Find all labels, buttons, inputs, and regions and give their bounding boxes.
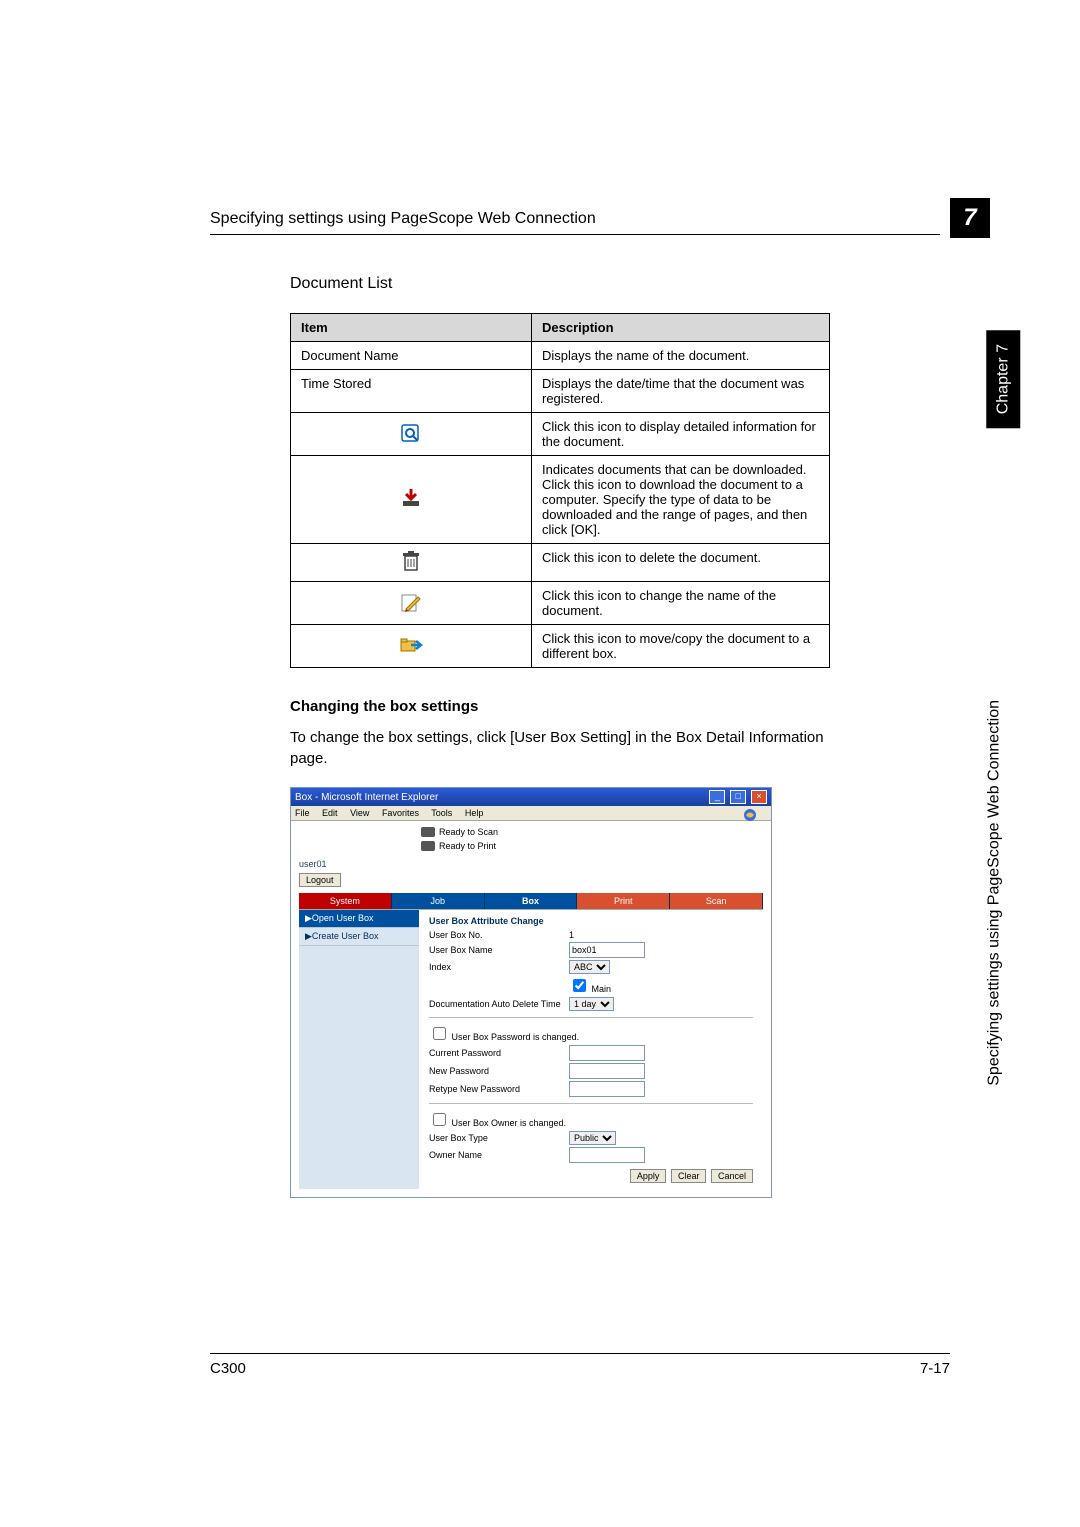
clear-button[interactable]: Clear [671,1169,707,1183]
ownerchange-checkbox[interactable]: User Box Owner is changed. [429,1110,566,1129]
titlebar: Box - Microsoft Internet Explorer _ □ × [291,788,771,806]
section-title: Document List [290,275,950,293]
body-paragraph: To change the box settings, click [User … [290,727,830,769]
chapter-number-badge: 7 [950,198,990,238]
index-label: Index [429,962,569,972]
boxno-label: User Box No. [429,930,569,940]
cancel-button[interactable]: Cancel [711,1169,753,1183]
newpw-label: New Password [429,1066,569,1076]
minimize-icon[interactable]: _ [709,790,725,804]
item-cell [291,625,532,668]
table-row: Indicates documents that can be download… [291,456,830,544]
desc-cell: Indicates documents that can be download… [532,456,830,544]
autodel-label: Documentation Auto Delete Time [429,999,569,1009]
newpw-field[interactable] [569,1063,645,1079]
menu-file[interactable]: File [295,808,310,818]
sidebar-item-create[interactable]: ▶Create User Box [299,928,419,946]
th-description: Description [532,314,830,342]
main-checkbox[interactable]: Main [569,976,611,995]
footer-left: C300 [210,1360,246,1377]
status-scan: Ready to Scan [439,827,498,837]
menu-favorites[interactable]: Favorites [382,808,419,818]
curpw-label: Current Password [429,1048,569,1058]
view-icon [400,422,422,447]
repw-field[interactable] [569,1081,645,1097]
th-item: Item [291,314,532,342]
tab-box[interactable]: Box [485,893,578,909]
user-label: user01 [291,857,771,871]
apply-button[interactable]: Apply [630,1169,667,1183]
status-print: Ready to Print [439,841,496,851]
tab-bar: System Job Box Print Scan [299,893,763,909]
item-cell: Document Name [291,342,532,370]
item-cell [291,456,532,544]
download-icon [400,487,422,512]
pwchange-checkbox[interactable]: User Box Password is changed. [429,1024,579,1043]
item-cell [291,413,532,456]
side-chapter-label: Chapter 7 [986,330,1020,428]
table-row: Click this icon to change the name of th… [291,582,830,625]
index-select[interactable]: ABC [569,960,610,974]
logout-button[interactable]: Logout [299,873,341,887]
item-cell: Time Stored [291,370,532,413]
boxtype-select[interactable]: Public [569,1131,616,1145]
owner-field[interactable] [569,1147,645,1163]
desc-cell: Displays the name of the document. [532,342,830,370]
printer-icon [421,827,435,837]
menu-edit[interactable]: Edit [322,808,338,818]
printer-status: Ready to Scan Ready to Print [291,821,743,857]
desc-cell: Click this icon to move/copy the documen… [532,625,830,668]
menu-view[interactable]: View [350,808,369,818]
page-footer: C300 7-17 [210,1353,950,1377]
menubar: File Edit View Favorites Tools Help [291,806,771,821]
table-row: Click this icon to display detailed info… [291,413,830,456]
desc-cell: Click this icon to display detailed info… [532,413,830,456]
table-row: Time Stored Displays the date/time that … [291,370,830,413]
tab-system[interactable]: System [299,893,392,909]
item-cell [291,544,532,582]
close-icon[interactable]: × [751,790,767,804]
side-section-text: Specifying settings using PageScope Web … [986,700,1004,1086]
printer-icon [421,841,435,851]
owner-label: Owner Name [429,1150,569,1160]
table-row: Click this icon to delete the document. [291,544,830,582]
subheading: Changing the box settings [290,698,950,715]
form-panel: User Box Attribute Change User Box No. 1 … [419,910,763,1189]
sidebar: ▶Open User Box ▶Create User Box [299,910,419,1189]
window-title: Box - Microsoft Internet Explorer [295,792,438,803]
table-row: Click this icon to move/copy the documen… [291,625,830,668]
boxtype-label: User Box Type [429,1133,569,1143]
desc-cell: Displays the date/time that the document… [532,370,830,413]
maximize-icon[interactable]: □ [730,790,746,804]
rename-icon [400,591,422,616]
menu-help[interactable]: Help [465,808,484,818]
delete-icon [401,550,421,575]
tab-print[interactable]: Print [577,893,670,909]
autodel-select[interactable]: 1 day [569,997,614,1011]
desc-cell: Click this icon to delete the document. [532,544,830,582]
footer-right: 7-17 [920,1360,950,1377]
page-header: Specifying settings using PageScope Web … [210,210,940,235]
form-heading: User Box Attribute Change [429,916,753,926]
browser-window: Box - Microsoft Internet Explorer _ □ × … [290,787,772,1198]
curpw-field[interactable] [569,1045,645,1061]
ie-logo-icon [743,808,757,824]
move-icon [399,635,423,658]
repw-label: Retype New Password [429,1084,569,1094]
tab-scan[interactable]: Scan [670,893,763,909]
window-buttons: _ □ × [707,790,767,804]
boxname-field[interactable] [569,942,645,958]
table-row: Document Name Displays the name of the d… [291,342,830,370]
menu-tools[interactable]: Tools [431,808,452,818]
item-cell [291,582,532,625]
sidebar-item-open[interactable]: ▶Open User Box [299,910,419,928]
document-list-table: Item Description Document Name Displays … [290,313,830,668]
desc-cell: Click this icon to change the name of th… [532,582,830,625]
boxname-label: User Box Name [429,945,569,955]
boxno-value: 1 [569,930,574,940]
tab-job[interactable]: Job [392,893,485,909]
